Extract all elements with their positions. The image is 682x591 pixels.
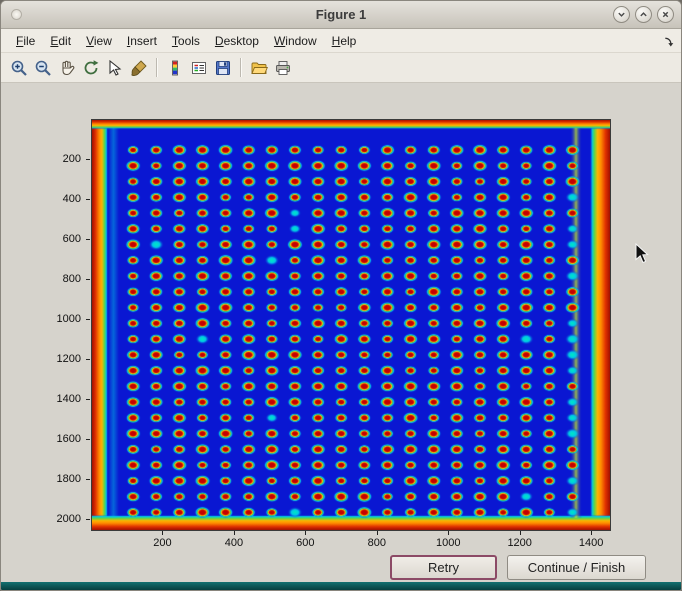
- open-folder-icon: [250, 59, 268, 77]
- toolbar-separator: [240, 58, 241, 77]
- minimize-button[interactable]: [613, 6, 630, 23]
- figure-toolbar: [1, 53, 681, 83]
- y-tick-mark: [86, 439, 90, 440]
- menu-window[interactable]: Window: [267, 31, 324, 51]
- y-tick-label: 1000: [39, 313, 81, 326]
- maximize-button[interactable]: [635, 6, 652, 23]
- y-tick-mark: [86, 319, 90, 320]
- y-tick-label: 600: [39, 233, 81, 246]
- pan-hand-icon: [58, 59, 76, 77]
- x-tick-mark: [377, 531, 378, 535]
- menu-view[interactable]: View: [79, 31, 119, 51]
- window-controls: [613, 6, 674, 23]
- retry-button[interactable]: Retry: [390, 555, 497, 580]
- y-tick-label: 400: [39, 193, 81, 206]
- open-folder-button[interactable]: [247, 56, 270, 80]
- close-button[interactable]: [657, 6, 674, 23]
- y-tick-mark: [86, 479, 90, 480]
- rotate-3d-icon: [82, 59, 100, 77]
- menubar-overflow-icon[interactable]: [663, 34, 674, 52]
- print-button[interactable]: [271, 56, 294, 80]
- save-icon: [214, 59, 232, 77]
- chevron-up-icon: [639, 10, 648, 19]
- pan-hand-button[interactable]: [55, 56, 78, 80]
- window-title: Figure 1: [1, 7, 681, 22]
- data-cursor-icon: [106, 59, 124, 77]
- axes: 200 400 600 800 1000 1200 1400 200 400 600 800 1000…: [39, 119, 659, 589]
- y-tick-label: 1400: [39, 393, 81, 406]
- y-tick-mark: [86, 239, 90, 240]
- menu-desktop[interactable]: Desktop: [208, 31, 266, 51]
- y-tick-label: 200: [39, 153, 81, 166]
- x-tick-label: 1200: [498, 537, 542, 550]
- insert-colorbar-button[interactable]: [163, 56, 186, 80]
- brush-button[interactable]: [127, 56, 150, 80]
- y-tick-mark: [86, 199, 90, 200]
- x-tick-mark: [520, 531, 521, 535]
- insert-colorbar-icon: [166, 59, 184, 77]
- y-tick-label: 1600: [39, 433, 81, 446]
- x-tick-label: 1000: [426, 537, 470, 550]
- menu-help[interactable]: Help: [325, 31, 364, 51]
- x-tick-mark: [448, 531, 449, 535]
- insert-legend-button[interactable]: [187, 56, 210, 80]
- x-tick-label: 1400: [569, 537, 613, 550]
- insert-legend-icon: [190, 59, 208, 77]
- x-tick-mark: [591, 531, 592, 535]
- y-tick-label: 2000: [39, 513, 81, 526]
- y-tick-label: 800: [39, 273, 81, 286]
- x-tick-mark: [305, 531, 306, 535]
- rotate-3d-button[interactable]: [79, 56, 102, 80]
- x-tick-label: 200: [140, 537, 184, 550]
- data-cursor-button[interactable]: [103, 56, 126, 80]
- x-tick-mark: [162, 531, 163, 535]
- menu-insert[interactable]: Insert: [120, 31, 164, 51]
- x-tick-label: 800: [355, 537, 399, 550]
- y-tick-mark: [86, 279, 90, 280]
- titlebar[interactable]: Figure 1: [1, 1, 681, 29]
- menu-file[interactable]: File: [9, 31, 42, 51]
- x-tick-label: 400: [212, 537, 256, 550]
- y-tick-label: 1800: [39, 473, 81, 486]
- toolbar-separator: [156, 58, 157, 77]
- zoom-in-button[interactable]: [7, 56, 30, 80]
- zoom-out-icon: [34, 59, 52, 77]
- mouse-cursor-icon: [635, 243, 650, 265]
- menu-edit[interactable]: Edit: [43, 31, 78, 51]
- save-button[interactable]: [211, 56, 234, 80]
- menu-tools[interactable]: Tools: [165, 31, 207, 51]
- y-tick-mark: [86, 359, 90, 360]
- y-tick-mark: [86, 519, 90, 520]
- y-tick-mark: [86, 399, 90, 400]
- y-tick-mark: [86, 159, 90, 160]
- zoom-in-icon: [10, 59, 28, 77]
- brush-icon: [130, 59, 148, 77]
- menubar: FileEditViewInsertToolsDesktopWindowHelp: [1, 29, 681, 53]
- continue-finish-button[interactable]: Continue / Finish: [507, 555, 646, 580]
- print-icon: [274, 59, 292, 77]
- zoom-out-button[interactable]: [31, 56, 54, 80]
- x-tick-mark: [234, 531, 235, 535]
- y-tick-label: 1200: [39, 353, 81, 366]
- x-tick-label: 600: [283, 537, 327, 550]
- heatmap-image[interactable]: [91, 119, 611, 531]
- figure-window: Figure 1 FileEditViewInsertToolsDesktopW…: [0, 0, 682, 591]
- figure-content: 200 400 600 800 1000 1200 1400 200 400 600 800 1000…: [1, 83, 681, 582]
- chevron-down-icon: [617, 10, 626, 19]
- close-icon: [661, 10, 670, 19]
